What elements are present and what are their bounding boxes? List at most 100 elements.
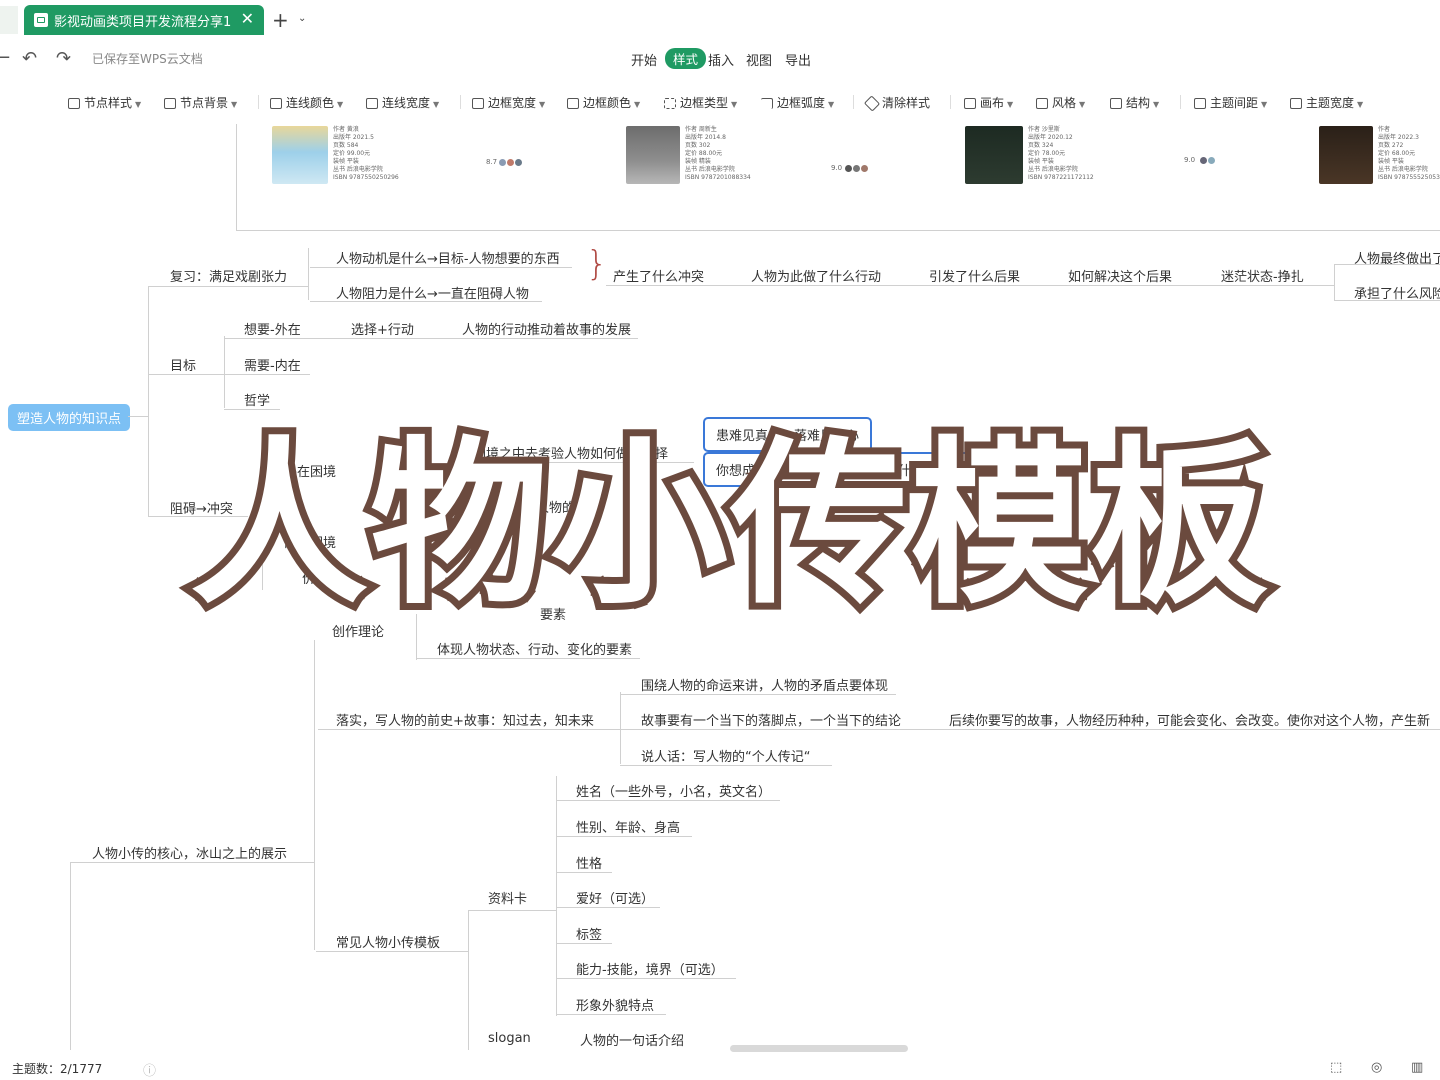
topic-obstacle[interactable]: 人物阻力是什么→一直在阻碍人物 [336, 283, 529, 302]
canvas-button[interactable]: 画布 ▼ [964, 94, 1013, 111]
chevron-down-icon: ▼ [1007, 100, 1014, 109]
menu-export[interactable]: 导出 [785, 50, 811, 69]
topic-core[interactable]: 人物小传的核心，冰山之上的展示 [92, 843, 287, 862]
topic-need[interactable]: 需要-内在 [244, 355, 301, 374]
topic-one-line[interactable]: 人物的一句话介绍 [580, 1030, 684, 1049]
topic-embody[interactable]: 体现人物状态、行动、变化的要素 [437, 639, 632, 658]
tab-title: 影视动画类项目开发流程分享1 [54, 15, 232, 30]
node-style-button[interactable]: 节点样式 ▼ [68, 94, 141, 111]
prev-tab-edge[interactable] [0, 6, 18, 34]
undo-icon[interactable]: ↶ [22, 48, 37, 69]
toolbar-divider [853, 95, 854, 109]
topic-philosophy[interactable]: 哲学 [244, 390, 270, 409]
topic-profile-card[interactable]: 资料卡 [488, 888, 527, 907]
topic-biography[interactable]: 说人话：写人物的“个人传记“ [641, 746, 810, 765]
topic-story-point[interactable]: 故事要有一个当下的落脚点，一个当下的结论 [641, 710, 901, 729]
new-tab-icon[interactable]: + [272, 8, 289, 32]
theme-style-button[interactable]: 风格 ▼ [1036, 94, 1085, 111]
horizontal-scrollbar[interactable] [730, 1045, 908, 1052]
topic-choice-action[interactable]: 选择+行动 [351, 319, 414, 338]
border-type-button[interactable]: 边框类型 ▼ [664, 94, 737, 111]
line-color-icon [270, 98, 282, 109]
connector [310, 267, 572, 268]
map-icon[interactable]: ▥ [1411, 1060, 1423, 1075]
topic-goal[interactable]: 目标 [170, 355, 196, 374]
topic-action[interactable]: 人物为此做了什么行动 [751, 266, 881, 285]
connector [148, 286, 308, 287]
connector [468, 910, 469, 1050]
select-icon[interactable]: ⬚ [1330, 1060, 1342, 1075]
menu-insert[interactable]: 插入 [708, 50, 734, 69]
topic-appearance[interactable]: 形象外貌特点 [576, 995, 654, 1014]
topic-solve[interactable]: 如何解决这个后果 [1068, 266, 1172, 285]
avatar [507, 159, 514, 166]
topic-template[interactable]: 常见人物小传模板 [336, 932, 440, 951]
save-status: 已保存至WPS云文档 [92, 52, 203, 66]
topic-future[interactable]: 后续你要写的故事，人物经历种种，可能会变化、会改变。使你对这个人物，产生新 [949, 710, 1430, 729]
connector [308, 248, 309, 300]
clear-style-button[interactable]: 清除样式 [863, 94, 931, 112]
topic-push-story[interactable]: 人物的行动推动着故事的发展 [462, 319, 631, 338]
root-topic[interactable]: 塑造人物的知识点 [8, 404, 131, 431]
line-width-button[interactable]: 连线宽度 ▼ [366, 94, 439, 111]
topic-ability[interactable]: 能力-技能，境界（可选） [576, 959, 724, 978]
topic-consequence[interactable]: 引发了什么后果 [929, 266, 1020, 285]
chevron-down-icon: ▼ [731, 100, 738, 109]
connector [556, 872, 612, 873]
topic-personality[interactable]: 性格 [576, 853, 602, 872]
border-width-icon [472, 98, 484, 109]
close-tab-icon[interactable]: ✕ [241, 9, 254, 28]
topic-conflict[interactable]: 产生了什么冲突 [613, 266, 704, 285]
brace-icon: } [586, 244, 608, 284]
menu-style[interactable]: 样式 [665, 48, 707, 69]
book-card-info: 作者 出版年 2022.3 页数 272 定价 68.00元 装帧 平装 丛书 … [1378, 126, 1440, 181]
connector [620, 692, 621, 764]
menu-icon[interactable]: ⌐ [0, 48, 11, 69]
locate-icon[interactable]: ◎ [1371, 1060, 1382, 1075]
document-tab[interactable]: 影视动画类项目开发流程分享1 ✕ [24, 5, 264, 35]
topic-spacing-button[interactable]: 主题间距 ▼ [1194, 94, 1267, 111]
clear-style-label: 清除样式 [882, 96, 931, 110]
structure-button[interactable]: 结构 ▼ [1110, 94, 1159, 111]
toolbar-divider [1180, 95, 1181, 109]
theme-style-label: 风格 [1052, 96, 1077, 110]
topic-implement[interactable]: 落实，写人物的前史+故事：知过去，知未来 [336, 710, 594, 729]
toolbar-divider [950, 95, 951, 109]
chevron-down-icon: ▼ [1357, 100, 1364, 109]
info-icon[interactable]: ⓘ [143, 1060, 156, 1079]
avatar [861, 165, 868, 172]
line-color-button[interactable]: 连线颜色 ▼ [270, 94, 343, 111]
redo-icon[interactable]: ↷ [56, 48, 71, 69]
menu-start[interactable]: 开始 [631, 50, 657, 69]
topic-fate[interactable]: 围绕人物的命运来讲，人物的矛盾点要体现 [641, 675, 888, 694]
border-radius-icon [761, 98, 773, 109]
border-color-label: 边框颜色 [583, 96, 632, 110]
connector [224, 374, 310, 375]
topic-tags[interactable]: 标签 [576, 924, 602, 943]
border-color-button[interactable]: 边框颜色 ▼ [567, 94, 640, 111]
topic-width-label: 主题宽度 [1306, 96, 1355, 110]
connector [620, 729, 1440, 730]
topic-review[interactable]: 复习：满足戏剧张力 [170, 266, 287, 285]
topic-want[interactable]: 想要-外在 [244, 319, 301, 338]
topic-motive[interactable]: 人物动机是什么→目标-人物想要的东西 [336, 248, 560, 267]
topic-slogan[interactable]: slogan [488, 1031, 531, 1046]
topic-width-button[interactable]: 主题宽度 ▼ [1290, 94, 1363, 111]
width-icon [1290, 98, 1302, 109]
menu-view[interactable]: 视图 [746, 50, 772, 69]
avatar [515, 159, 522, 166]
node-bg-button[interactable]: 节点背景 ▼ [164, 94, 237, 111]
topic-name[interactable]: 姓名（一些外号，小名，英文名） [576, 781, 771, 800]
connector [1334, 264, 1335, 300]
border-radius-button[interactable]: 边框弧度 ▼ [761, 94, 834, 111]
chevron-down-icon: ▼ [828, 100, 835, 109]
chevron-down-icon[interactable]: ⌄ [298, 13, 306, 24]
topic-confused[interactable]: 迷茫状态-挣扎 [1221, 266, 1304, 285]
topic-hobby[interactable]: 爱好（可选） [576, 888, 654, 907]
connector [556, 776, 557, 1016]
book-card-info: 作者 黄浪 出版年 2021.5 页数 584 定价 99.00元 装帧 平装 … [333, 126, 399, 181]
topic-gender[interactable]: 性别、年龄、身高 [576, 817, 680, 836]
connector [224, 338, 638, 339]
border-width-button[interactable]: 边框宽度 ▼ [472, 94, 545, 111]
connector [556, 1014, 666, 1015]
